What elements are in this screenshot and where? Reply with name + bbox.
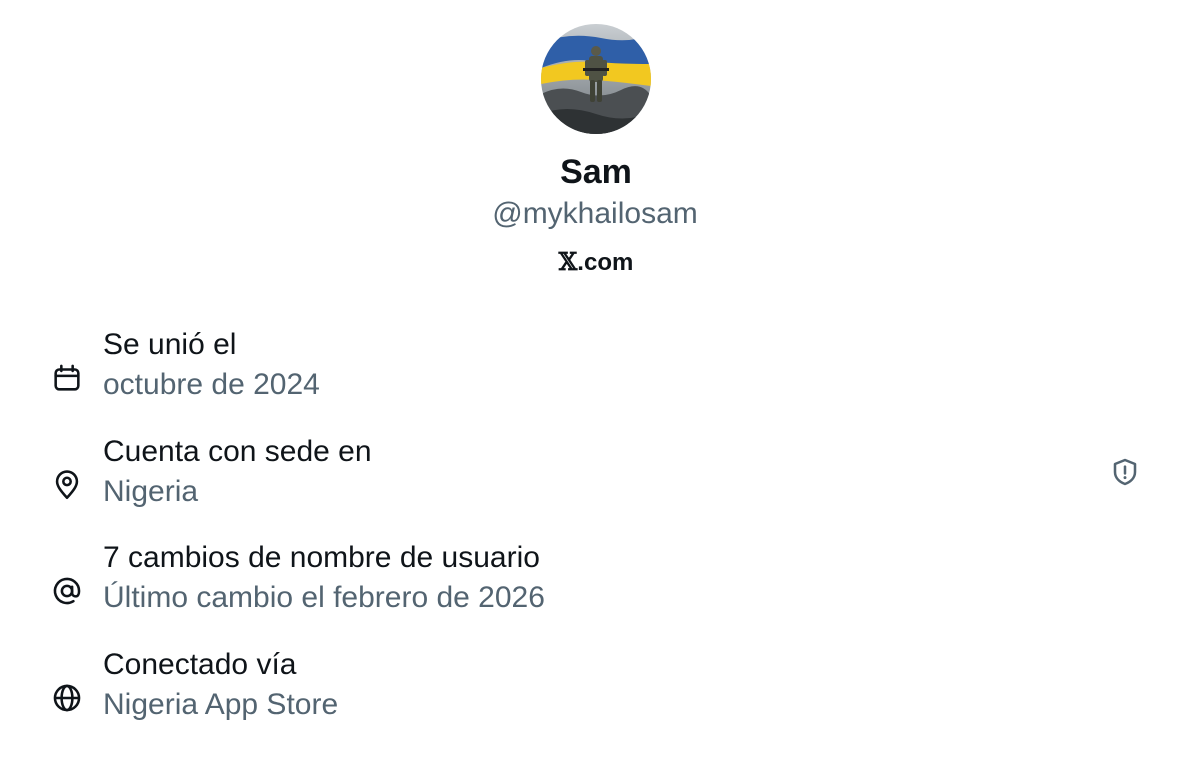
location-pin-icon [50,468,84,502]
joined-row: Se unió el octubre de 2024 [0,325,1200,415]
avatar[interactable] [541,24,651,134]
shield-alert-icon[interactable] [1109,456,1141,488]
username-last-change: Último cambio el febrero de 2026 [103,581,545,614]
connected-via-label: Conectado vía [103,648,297,681]
globe-icon [50,681,84,715]
username-changes-label: 7 cambios de nombre de usuario [103,541,540,574]
display-name: Sam [560,153,632,191]
at-sign-icon [50,574,84,608]
x-logo-icon: 𝕏 [558,247,578,276]
username-changes-row: 7 cambios de nombre de usuario Último ca… [0,538,1200,628]
calendar-icon [50,361,84,395]
connected-via-row: Conectado vía Nigeria App Store [0,645,1200,735]
joined-date: octubre de 2024 [103,368,320,401]
source-link[interactable]: 𝕏.com [0,246,1192,279]
source-domain: .com [577,249,634,276]
connected-via-value: Nigeria App Store [103,688,339,721]
account-location-row: Cuenta con sede en Nigeria [0,432,1200,522]
avatar-image [541,24,651,134]
user-handle: @mykhailosam [492,197,698,230]
account-location-value: Nigeria [103,475,199,508]
account-location-label: Cuenta con sede en [103,435,372,468]
joined-label: Se unió el [103,328,237,361]
